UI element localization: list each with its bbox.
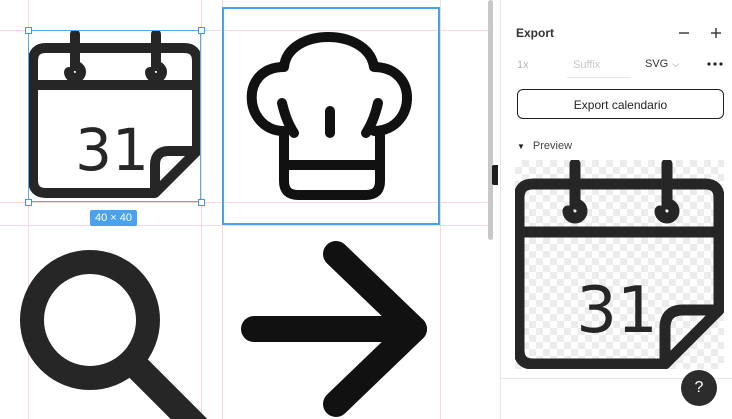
canvas-scrollbar-thumb[interactable] [488, 0, 493, 240]
panel-resize-handle[interactable] [492, 165, 498, 185]
search-icon[interactable] [10, 240, 220, 419]
size-badge: 40 × 40 [90, 210, 138, 226]
resize-handle[interactable] [25, 27, 32, 34]
layout-guide [0, 225, 488, 226]
export-title: Export [516, 26, 555, 40]
export-button[interactable]: Export calendario [517, 89, 724, 119]
suffix-input[interactable]: Suffix [567, 55, 631, 78]
format-select[interactable]: SVG ⌵ [645, 58, 679, 70]
caret-down-icon: ▼ [517, 142, 525, 151]
minus-icon[interactable] [675, 24, 693, 42]
chevron-down-icon: ⌵ [672, 59, 680, 69]
suffix-placeholder: Suffix [573, 59, 601, 71]
preview-calendar-day: 31 [576, 274, 657, 348]
plus-icon[interactable] [707, 24, 725, 42]
help-button[interactable]: ? [681, 370, 717, 406]
resize-handle[interactable] [25, 199, 32, 206]
export-preview: 31 [513, 158, 725, 370]
preview-label: Preview [532, 140, 573, 152]
layout-guide [440, 0, 441, 419]
resize-handle[interactable] [198, 27, 205, 34]
hover-outline [222, 7, 440, 225]
format-value: SVG [645, 58, 669, 70]
arrow-right-icon[interactable] [236, 240, 436, 419]
preview-toggle[interactable]: ▼ Preview [517, 140, 572, 152]
selection-box[interactable] [28, 30, 201, 202]
more-dots-icon[interactable] [706, 56, 724, 77]
calendar-icon: 31 [513, 158, 725, 370]
resize-handle[interactable] [198, 199, 205, 206]
export-panel: Export 1x Suffix SVG ⌵ Export calendario … [500, 0, 732, 419]
design-canvas[interactable]: 31 40 × 40 [0, 0, 488, 419]
scale-input[interactable]: 1x [517, 59, 529, 71]
